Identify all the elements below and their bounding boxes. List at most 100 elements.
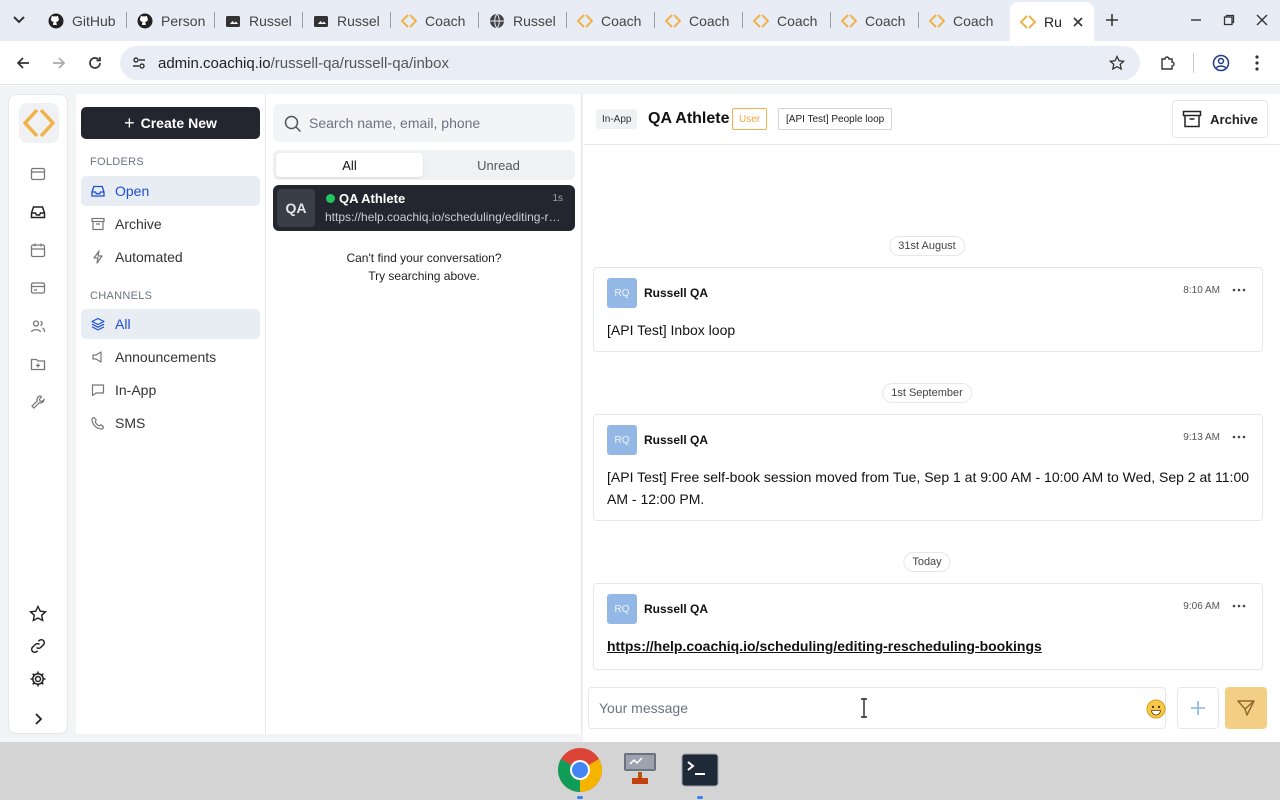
browser-tab[interactable]: Coach	[567, 6, 653, 35]
forward-button[interactable]	[47, 51, 71, 75]
coachiq-logo-icon	[23, 108, 55, 138]
message-card: RQ Russell QA 8:10 AM [API Test] Inbox l…	[593, 267, 1263, 352]
minimize-icon	[1191, 19, 1201, 21]
rail-link-icon[interactable]	[28, 636, 48, 656]
channel-item-sms[interactable]: SMS	[81, 408, 260, 438]
coachiq-icon	[577, 13, 593, 29]
browser-tab-active[interactable]: Ru	[1010, 2, 1094, 41]
tab-search-button[interactable]	[8, 9, 30, 31]
coachiq-icon	[841, 13, 857, 29]
message-time: 9:13 AM	[1183, 432, 1220, 443]
conversation-filter-tabs: All Unread	[273, 150, 575, 180]
browser-tab[interactable]: Coach	[655, 6, 741, 35]
plus-icon	[1191, 701, 1205, 715]
channels-heading: CHANNELS	[90, 290, 153, 302]
channel-item-announcements[interactable]: Announcements	[81, 342, 260, 372]
browser-tab[interactable]: Coach	[743, 6, 829, 35]
browser-tab[interactable]: Coach	[919, 6, 1005, 35]
profile-button[interactable]	[1210, 52, 1232, 74]
rail-people-icon[interactable]	[28, 316, 48, 336]
layers-icon	[91, 317, 105, 331]
rail-payments-icon[interactable]	[28, 278, 48, 298]
online-status-dot	[326, 194, 335, 203]
address-bar[interactable]: admin.coachiq.io/russell-qa/russell-qa/i…	[120, 46, 1140, 80]
archive-button[interactable]: Archive	[1172, 100, 1268, 138]
role-chip: User	[732, 108, 768, 130]
url-host: admin.coachiq.io	[158, 55, 271, 72]
folder-item-automated[interactable]: Automated	[81, 242, 260, 272]
conversation-name: QA Athlete	[339, 191, 406, 206]
channel-item-in-app[interactable]: In-App	[81, 375, 260, 405]
rail-calendar-icon[interactable]	[28, 240, 48, 260]
message-time: 8:10 AM	[1183, 285, 1220, 296]
rail-settings-icon[interactable]	[28, 669, 48, 689]
tab-unread[interactable]: Unread	[425, 153, 572, 177]
rail-expand-icon[interactable]	[28, 709, 48, 729]
rail-tools-icon[interactable]	[28, 392, 48, 412]
close-window-button[interactable]	[1252, 10, 1272, 30]
coachiq-icon	[753, 13, 769, 29]
channel-item-all[interactable]: All	[81, 309, 260, 339]
add-attachment-button[interactable]	[1177, 687, 1219, 729]
conversation-list-panel: All Unread QA QA Athlete 1s https://help…	[266, 94, 582, 734]
folder-label: Open	[115, 183, 150, 199]
bolt-icon	[91, 250, 105, 264]
folders-heading: FOLDERS	[90, 156, 145, 168]
close-icon	[1256, 14, 1268, 26]
more-options-icon[interactable]	[1230, 428, 1248, 446]
message-time: 9:06 AM	[1183, 601, 1220, 612]
browser-tab[interactable]: Coach	[391, 6, 477, 35]
message-sender: Russell QA	[644, 433, 709, 447]
message-text: [API Test] Inbox loop	[607, 322, 736, 338]
rail-inbox-icon[interactable]	[28, 202, 48, 222]
browser-menu-button[interactable]	[1246, 52, 1268, 74]
browser-tab[interactable]: Russel	[303, 6, 389, 35]
browser-tab[interactable]: GitHub	[38, 6, 126, 35]
archive-icon	[91, 217, 105, 231]
minimize-button[interactable]	[1186, 10, 1206, 30]
create-new-button[interactable]: + Create New	[81, 107, 260, 139]
tab-all[interactable]: All	[276, 153, 423, 177]
message-link[interactable]: https://help.coachiq.io/scheduling/editi…	[607, 638, 1042, 654]
tag-chip[interactable]: [API Test] People loop	[778, 108, 893, 130]
more-options-icon[interactable]	[1230, 281, 1248, 299]
site-info-icon[interactable]	[130, 54, 148, 72]
browser-tab[interactable]: Russel	[479, 6, 565, 35]
phone-icon	[91, 416, 105, 430]
more-options-icon[interactable]	[1230, 597, 1248, 615]
message-sender: Russell QA	[644, 286, 709, 300]
reload-button[interactable]	[83, 51, 107, 75]
kebab-menu-icon	[1255, 55, 1259, 71]
emoji-button[interactable]	[1145, 698, 1167, 720]
folder-item-archive[interactable]: Archive	[81, 209, 260, 239]
back-button[interactable]	[11, 51, 35, 75]
bookmark-star-icon[interactable]	[1108, 54, 1126, 72]
folder-item-open[interactable]: Open	[81, 176, 260, 206]
rail-files-icon[interactable]	[28, 354, 48, 374]
system-tool-app-icon[interactable]	[616, 746, 664, 794]
extensions-button[interactable]	[1157, 52, 1179, 74]
new-tab-button[interactable]	[1102, 10, 1122, 30]
maximize-button[interactable]	[1219, 10, 1239, 30]
conversation-list-item[interactable]: QA QA Athlete 1s https://help.coachiq.io…	[273, 185, 575, 231]
terminal-app-icon[interactable]	[676, 746, 724, 794]
rail-dashboard-icon[interactable]	[28, 164, 48, 184]
plus-icon: +	[124, 112, 135, 133]
date-divider: Today	[903, 552, 951, 572]
browser-tab[interactable]: Person	[127, 6, 213, 35]
app-container: + Create New FOLDERS Open Archive Automa…	[0, 86, 1280, 742]
browser-tab[interactable]: Coach	[831, 6, 917, 35]
profile-icon	[1212, 54, 1230, 72]
search-input[interactable]	[309, 104, 569, 142]
browser-tab[interactable]: Russel	[215, 6, 301, 35]
tab-title: Person	[161, 12, 206, 29]
coachiq-logo[interactable]	[19, 103, 59, 143]
chat-header: In-App QA Athlete User [API Test] People…	[583, 94, 1280, 145]
chrome-app-icon[interactable]	[556, 746, 604, 794]
url-path: /russell-qa/russell-qa/inbox	[270, 55, 449, 72]
rail-star-icon[interactable]	[28, 604, 48, 624]
send-button[interactable]	[1225, 687, 1267, 729]
url-text: admin.coachiq.io/russell-qa/russell-qa/i…	[158, 55, 449, 72]
close-tab-icon[interactable]	[1070, 14, 1086, 30]
tab-title: Coach	[425, 12, 466, 29]
